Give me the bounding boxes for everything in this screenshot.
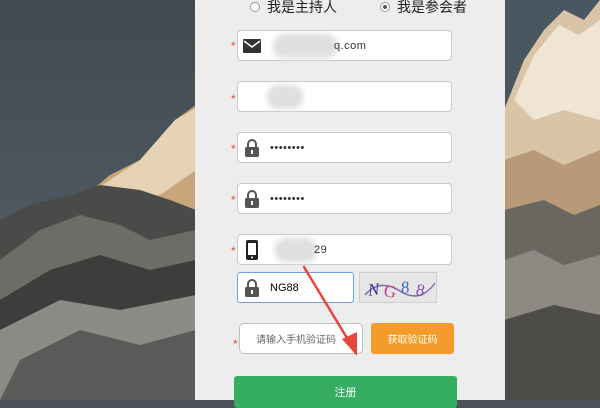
password-field[interactable]: •••••••• [237,132,452,163]
background-photo-right [504,0,600,400]
email-value-suffix: q.com [334,39,367,52]
role-selector: 我是主持人 我是参会者 [195,0,505,17]
captcha-char: 8 [414,280,426,300]
required-mark: * [231,244,236,258]
role-option-host[interactable]: 我是主持人 [250,0,337,17]
role-option-participant[interactable]: 我是参会者 [380,0,467,17]
captcha-value: NG88 [270,281,299,294]
get-verification-code-button[interactable]: 获取验证码 [371,323,454,354]
envelope-icon [238,31,266,60]
username-field[interactable] [237,81,452,112]
background-photo-left [0,0,196,400]
lock-icon [238,184,266,213]
radio-participant[interactable] [380,2,390,12]
captcha-char: 8 [399,277,411,297]
confirm-password-value: •••••••• [270,192,305,205]
captcha-field[interactable]: NG88 [237,272,354,303]
lock-icon [238,273,266,302]
mobile-phone-icon [238,235,266,264]
radio-host[interactable] [250,2,260,12]
captcha-char: N [366,279,382,299]
sms-code-input[interactable]: 请输入手机验证码 [239,323,363,354]
redacted-text [278,240,314,259]
required-mark: * [231,39,236,53]
role-participant-label: 我是参会者 [397,0,467,15]
redacted-text [276,36,334,55]
redacted-text [270,87,300,106]
role-host-label: 我是主持人 [267,0,337,15]
required-mark: * [231,92,236,106]
registration-form-panel: 我是主持人 我是参会者 * q.com * * •••••••• * •••••… [195,0,505,408]
captcha-image[interactable]: N G 8 8 [359,272,437,303]
confirm-password-field[interactable]: •••••••• [237,183,452,214]
email-field[interactable]: q.com [237,30,452,61]
phone-value-suffix: 29 [314,243,328,256]
required-mark: * [233,337,238,351]
phone-field[interactable]: 29 [237,234,452,265]
required-mark: * [231,142,236,156]
register-button[interactable]: 注册 [234,376,457,408]
password-value: •••••••• [270,141,305,154]
required-mark: * [231,193,236,207]
sms-code-placeholder: 请输入手机验证码 [256,335,336,346]
captcha-char: G [383,281,398,302]
lock-icon [238,133,266,162]
